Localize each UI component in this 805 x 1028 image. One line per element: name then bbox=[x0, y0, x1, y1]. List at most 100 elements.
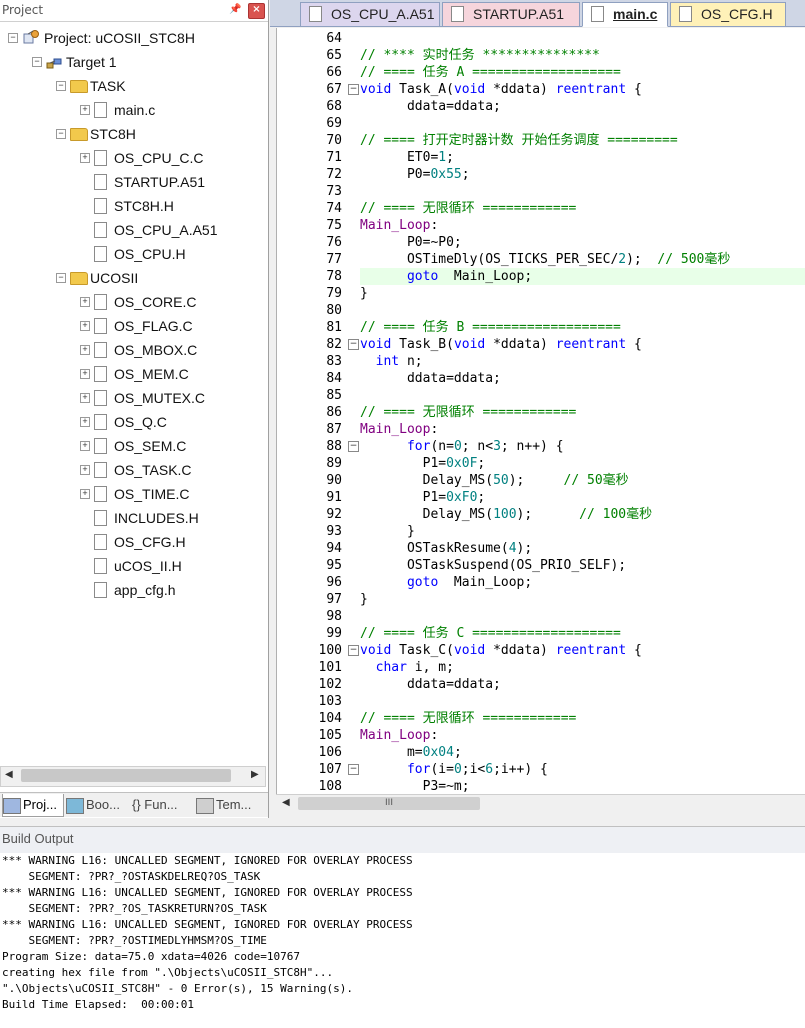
code-line[interactable]: OSTaskResume(4); bbox=[360, 540, 532, 557]
collapse-icon[interactable]: − bbox=[56, 81, 66, 91]
expand-icon[interactable]: + bbox=[80, 417, 90, 427]
expand-icon[interactable]: + bbox=[80, 369, 90, 379]
code-line[interactable]: // ==== 无限循环 ============ bbox=[360, 200, 576, 217]
code-line[interactable]: // ==== 任务 A =================== bbox=[360, 64, 621, 81]
collapse-icon[interactable]: − bbox=[32, 57, 42, 67]
code-line[interactable]: } bbox=[360, 285, 368, 302]
tree-item[interactable]: + OS_MUTEX.C bbox=[0, 388, 264, 408]
code-line[interactable]: OSTimeDly(OS_TICKS_PER_SEC/2); // 500毫秒 bbox=[360, 251, 730, 268]
code-editor[interactable]: 64 65 66 67 68 69 70 71 72 73 74 75 76 77 78 79 80 81 82 83… bbox=[276, 28, 805, 794]
code-line[interactable]: Delay_MS(100); // 100毫秒 bbox=[360, 506, 653, 523]
scroll-left-icon[interactable]: ◀ bbox=[282, 797, 290, 808]
tree-item[interactable]: app_cfg.h bbox=[0, 580, 264, 600]
fold-toggle-icon[interactable]: − bbox=[348, 339, 359, 350]
tree-item[interactable]: − Target 1 bbox=[0, 52, 264, 72]
scroll-left-icon[interactable]: ◀ bbox=[5, 769, 13, 780]
tree-item[interactable]: STARTUP.A51 bbox=[0, 172, 264, 192]
code-line[interactable]: ddata=ddata; bbox=[360, 98, 501, 115]
code-line[interactable]: } bbox=[360, 591, 368, 608]
code-line[interactable]: // ==== 任务 C =================== bbox=[360, 625, 621, 642]
code-line[interactable]: // **** 实时任务 *************** bbox=[360, 47, 600, 64]
editor-horizontal-scrollbar[interactable]: ◀ III bbox=[276, 794, 805, 813]
expand-icon[interactable]: + bbox=[80, 321, 90, 331]
tree-item[interactable]: − STC8H bbox=[0, 124, 264, 144]
code-line[interactable]: Main_Loop: bbox=[360, 217, 438, 234]
code-line[interactable]: char i, m; bbox=[360, 659, 454, 676]
code-line[interactable]: ET0=1; bbox=[360, 149, 454, 166]
scrollbar-thumb[interactable] bbox=[21, 769, 231, 782]
editor-tab[interactable]: STARTUP.A51 bbox=[442, 2, 580, 27]
pane-tab[interactable]: Proj... bbox=[2, 794, 64, 817]
tree-item[interactable]: + OS_SEM.C bbox=[0, 436, 264, 456]
code-line[interactable]: } bbox=[360, 523, 415, 540]
code-line[interactable]: Main_Loop: bbox=[360, 421, 438, 438]
code-line[interactable]: // ==== 打开定时器计数 开始任务调度 ========= bbox=[360, 132, 678, 149]
tree-item[interactable]: OS_CPU.H bbox=[0, 244, 264, 264]
pin-icon[interactable]: 📌 bbox=[228, 3, 243, 17]
pane-tab[interactable]: Tem... bbox=[196, 794, 264, 816]
tree-item[interactable]: OS_CPU_A.A51 bbox=[0, 220, 264, 240]
expand-icon[interactable]: + bbox=[80, 489, 90, 499]
expand-icon[interactable]: + bbox=[80, 297, 90, 307]
tree-item[interactable]: − Project: uCOSII_STC8H bbox=[0, 28, 264, 48]
fold-toggle-icon[interactable]: − bbox=[348, 645, 359, 656]
tree-item[interactable]: + OS_CORE.C bbox=[0, 292, 264, 312]
tree-item[interactable]: − TASK bbox=[0, 76, 264, 96]
code-line[interactable]: void Task_C(void *ddata) reentrant { bbox=[360, 642, 642, 659]
fold-toggle-icon[interactable]: − bbox=[348, 84, 359, 95]
expand-icon[interactable]: + bbox=[80, 105, 90, 115]
expand-icon[interactable]: + bbox=[80, 393, 90, 403]
tree-item[interactable]: uCOS_II.H bbox=[0, 556, 264, 576]
code-line[interactable]: P1=0x0F; bbox=[360, 455, 486, 472]
tree-item[interactable]: + OS_TASK.C bbox=[0, 460, 264, 480]
collapse-icon[interactable]: − bbox=[56, 273, 66, 283]
code-line[interactable]: P1=0xF0; bbox=[360, 489, 486, 506]
code-line[interactable]: Delay_MS(50); // 50毫秒 bbox=[360, 472, 629, 489]
code-line[interactable]: // ==== 任务 B =================== bbox=[360, 319, 621, 336]
tree-item[interactable]: + OS_FLAG.C bbox=[0, 316, 264, 336]
code-line[interactable]: void Task_B(void *ddata) reentrant { bbox=[360, 336, 642, 353]
tree-item[interactable]: + OS_CPU_C.C bbox=[0, 148, 264, 168]
tree-item[interactable]: + main.c bbox=[0, 100, 264, 120]
collapse-icon[interactable]: − bbox=[56, 129, 66, 139]
code-line[interactable]: // ==== 无限循环 ============ bbox=[360, 710, 576, 727]
tree-item[interactable]: + OS_MBOX.C bbox=[0, 340, 264, 360]
expand-icon[interactable]: + bbox=[80, 345, 90, 355]
editor-tab[interactable]: OS_CPU_A.A51 bbox=[300, 2, 440, 27]
tree-item[interactable]: INCLUDES.H bbox=[0, 508, 264, 528]
build-output-panel[interactable]: *** WARNING L16: UNCALLED SEGMENT, IGNOR… bbox=[0, 853, 805, 1028]
code-line[interactable]: m=0x04; bbox=[360, 744, 462, 761]
code-line[interactable]: Main_Loop: bbox=[360, 727, 438, 744]
editor-tab[interactable]: OS_CFG.H bbox=[670, 2, 786, 27]
tree-item[interactable]: OS_CFG.H bbox=[0, 532, 264, 552]
code-line[interactable]: for(i=0;i<6;i++) { bbox=[360, 761, 548, 778]
pane-tab[interactable]: Boo... bbox=[66, 794, 128, 816]
scroll-right-icon[interactable]: ▶ bbox=[251, 769, 259, 780]
fold-toggle-icon[interactable]: − bbox=[348, 441, 359, 452]
code-line[interactable]: goto Main_Loop; bbox=[360, 268, 805, 285]
expand-icon[interactable]: + bbox=[80, 441, 90, 451]
tree-item[interactable]: − UCOSII bbox=[0, 268, 264, 288]
close-icon[interactable]: × bbox=[248, 3, 265, 19]
tree-item[interactable]: STC8H.H bbox=[0, 196, 264, 216]
tree-item[interactable]: + OS_MEM.C bbox=[0, 364, 264, 384]
fold-toggle-icon[interactable]: − bbox=[348, 764, 359, 775]
code-line[interactable]: P0=~P0; bbox=[360, 234, 462, 251]
code-line[interactable]: void Task_A(void *ddata) reentrant { bbox=[360, 81, 642, 98]
expand-icon[interactable]: + bbox=[80, 153, 90, 163]
editor-tab[interactable]: main.c bbox=[582, 2, 668, 27]
code-line[interactable]: goto Main_Loop; bbox=[360, 574, 532, 591]
code-line[interactable]: P3=~m; bbox=[360, 778, 470, 794]
code-line[interactable]: for(n=0; n<3; n++) { bbox=[360, 438, 564, 455]
scrollbar-thumb[interactable]: III bbox=[298, 797, 480, 810]
code-line[interactable]: // ==== 无限循环 ============ bbox=[360, 404, 576, 421]
tree-item[interactable]: + OS_TIME.C bbox=[0, 484, 264, 504]
code-line[interactable]: OSTaskSuspend(OS_PRIO_SELF); bbox=[360, 557, 626, 574]
collapse-icon[interactable]: − bbox=[8, 33, 18, 43]
code-line[interactable]: ddata=ddata; bbox=[360, 676, 501, 693]
tree-horizontal-scrollbar[interactable]: ◀ ▶ bbox=[0, 766, 266, 787]
code-line[interactable]: ddata=ddata; bbox=[360, 370, 501, 387]
tree-item[interactable]: + OS_Q.C bbox=[0, 412, 264, 432]
pane-tab[interactable]: {} Fun... bbox=[132, 794, 192, 816]
code-line[interactable]: int n; bbox=[360, 353, 423, 370]
